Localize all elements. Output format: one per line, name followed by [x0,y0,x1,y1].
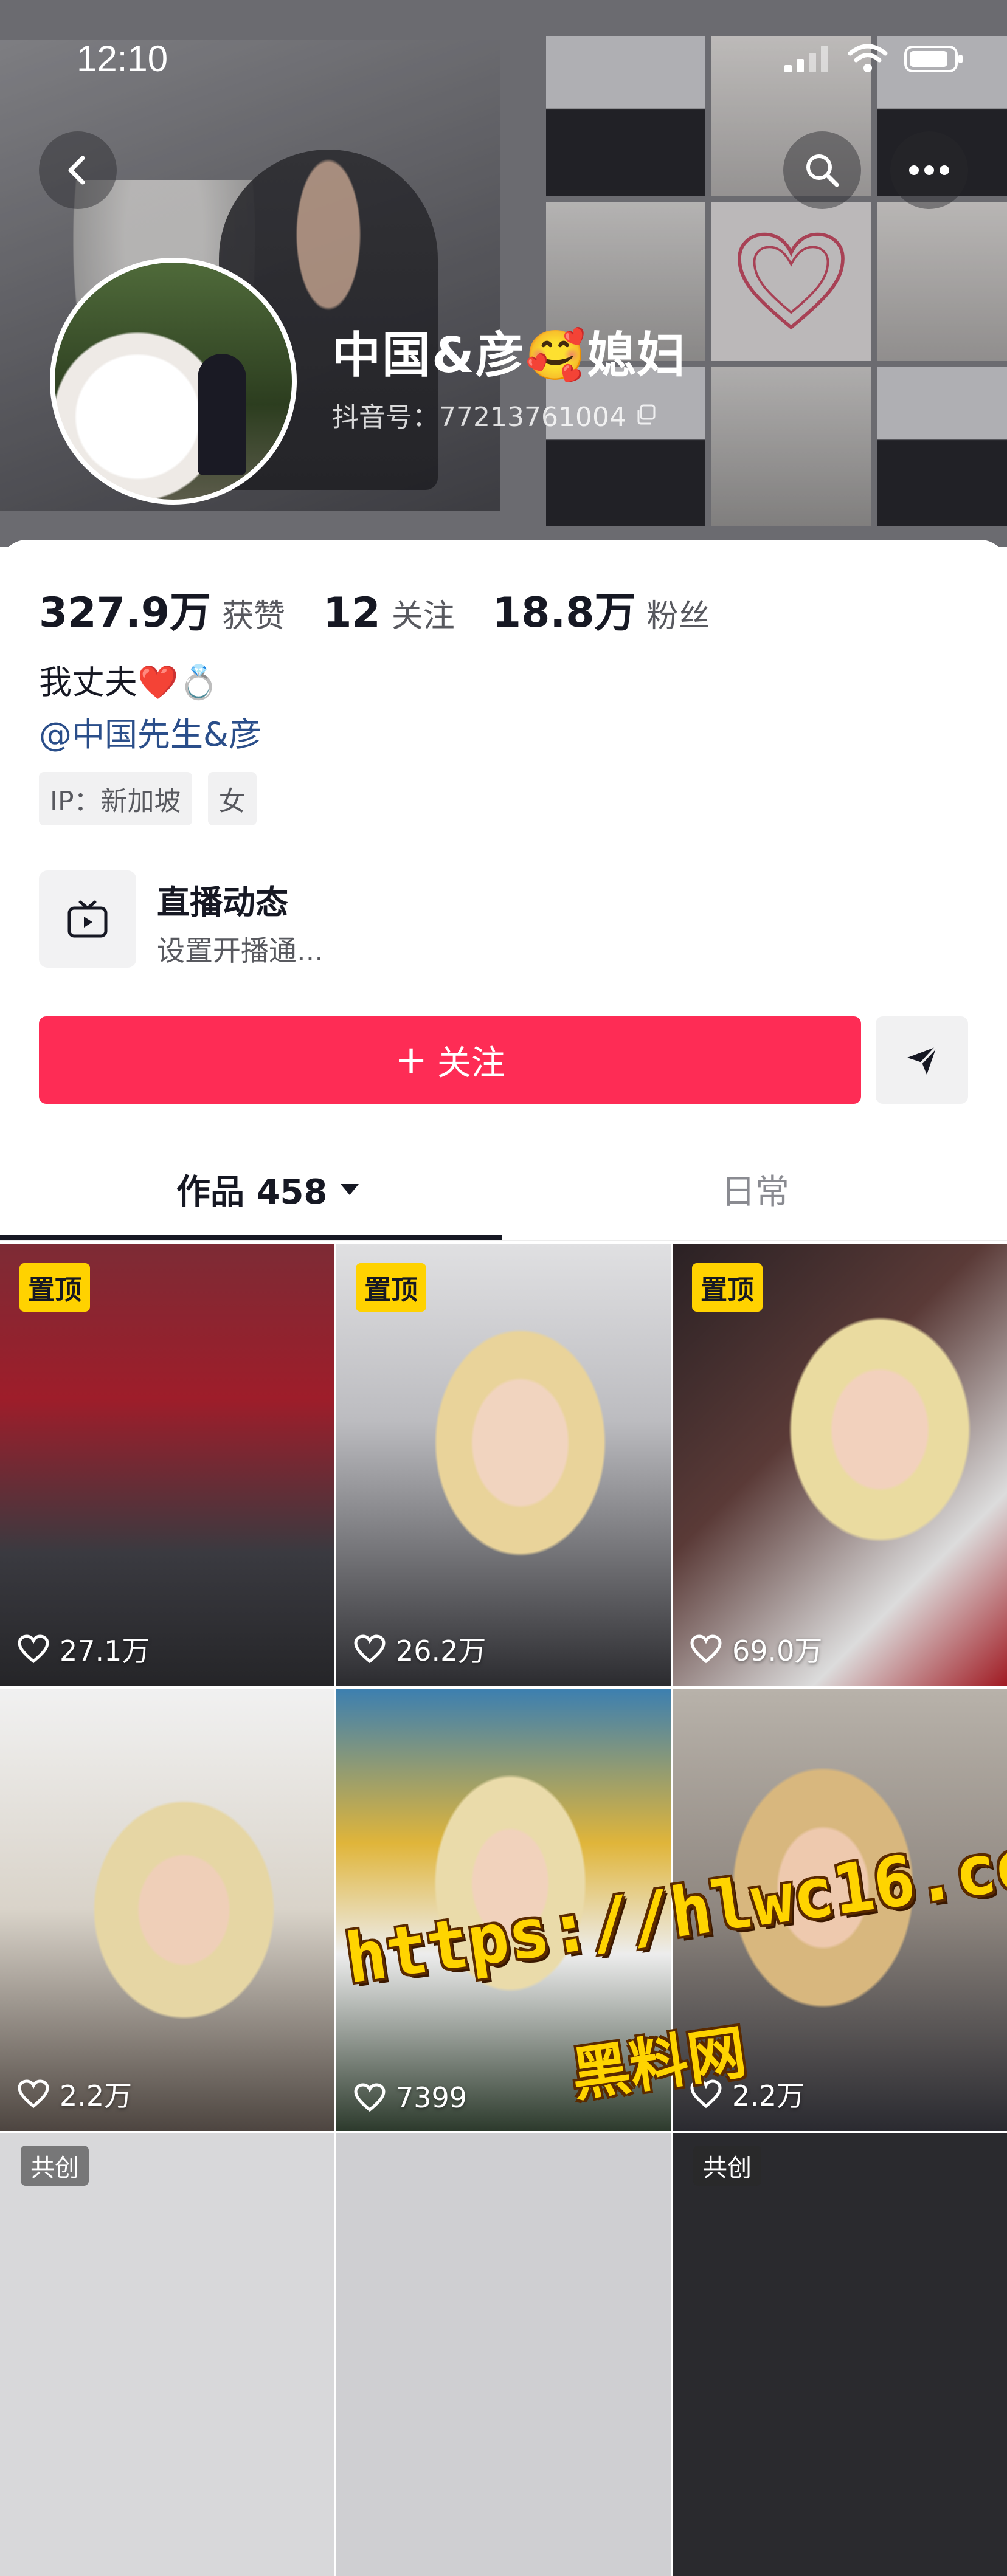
search-button[interactable] [783,131,861,209]
video-thumbnail[interactable]: 2.2万 [0,1689,334,2131]
video-likes-count: 26.2万 [396,1634,486,1667]
video-likes: 69.0万 [690,1629,822,1669]
pinned-badge: 置顶 [692,1263,763,1312]
tv-icon [67,900,108,938]
video-thumbnail[interactable]: 置顶 26.2万 [336,1244,671,1686]
heart-outline-icon [18,1634,49,1664]
video-likes: 26.2万 [353,1629,486,1669]
video-likes-count: 2.2万 [60,2079,133,2112]
video-likes-count: 27.1万 [60,1634,150,1667]
tab-works-label: 作品 458 [176,1173,328,1212]
pinned-badge: 置顶 [19,1263,90,1312]
followers-label[interactable]: 粉丝 [647,590,710,636]
heart-outline-icon [690,1634,722,1664]
tab-daily[interactable]: 日常 [721,1165,789,1214]
follow-label: 关注 [437,1043,505,1083]
caret-down-icon [341,1183,359,1195]
profile-name: 中国&彦🥰媳妇 [332,327,687,384]
status-icons [783,44,964,74]
plus-icon: + [395,1038,427,1083]
back-button[interactable] [39,131,117,209]
wifi-icon [848,44,888,72]
live-feed-subtitle: 设置开播通... [157,934,324,967]
bio-mention-link[interactable]: @中国先生&彦 [39,708,261,756]
search-icon [806,154,839,187]
video-likes-count: 69.0万 [732,1634,823,1667]
video-likes: 7399 [353,2081,467,2114]
stats-row: 327.9万 获赞 12 关注 18.8万 粉丝 [39,579,748,639]
heart-outline-icon [18,2079,49,2109]
live-feed-icon-box[interactable] [39,870,136,968]
video-thumbnail[interactable]: 共创 [673,2133,1007,2576]
signal-icon [784,46,828,72]
status-time: 12:10 [77,38,168,79]
heart-outline-icon [354,1634,386,1664]
video-thumbnail[interactable]: 置顶 27.1万 [0,1244,334,1686]
tab-works[interactable]: 作品 458 [176,1165,360,1214]
active-tab-indicator [0,1235,502,1240]
douyin-id[interactable]: 抖音号：77213761004 [332,395,658,434]
following-label[interactable]: 关注 [392,590,455,636]
bio-text: 我丈夫❤️💍 [39,663,220,701]
chevron-left-icon [68,156,85,185]
battery-icon [904,46,963,72]
avatar[interactable] [50,258,297,505]
ip-location-tag: IP：新加坡 [39,772,192,825]
live-feed-title[interactable]: 直播动态 [157,875,288,923]
video-likes: 2.2万 [17,2074,132,2114]
follow-button[interactable]: + 关注 [39,1016,861,1104]
collab-tag: 共创 [693,2146,761,2186]
send-icon [907,1045,938,1075]
video-thumbnail[interactable] [336,2133,671,2576]
video-likes-count: 7399 [396,2081,468,2114]
video-thumbnail[interactable]: 置顶 69.0万 [673,1244,1007,1686]
video-likes: 27.1万 [17,1629,150,1669]
following-count[interactable]: 12 [323,589,381,637]
likes-label: 获赞 [222,598,286,635]
profile-tags: IP：新加坡 女 [39,772,257,825]
tab-divider [0,1240,1007,1241]
gender-tag: 女 [207,772,257,825]
followers-count[interactable]: 18.8万 [493,579,636,639]
video-thumbnail[interactable]: 共创 [0,2133,334,2576]
likes-count: 327.9万 [39,589,212,637]
collab-tag: 共创 [21,2146,89,2186]
more-icon [909,165,949,175]
douyin-id-text: 抖音号：77213761004 [332,402,626,433]
pinned-badge: 置顶 [356,1263,426,1312]
more-button[interactable] [890,131,968,209]
heart-outline-icon [354,2083,386,2112]
message-button[interactable] [876,1016,968,1104]
copy-icon[interactable] [635,403,658,426]
